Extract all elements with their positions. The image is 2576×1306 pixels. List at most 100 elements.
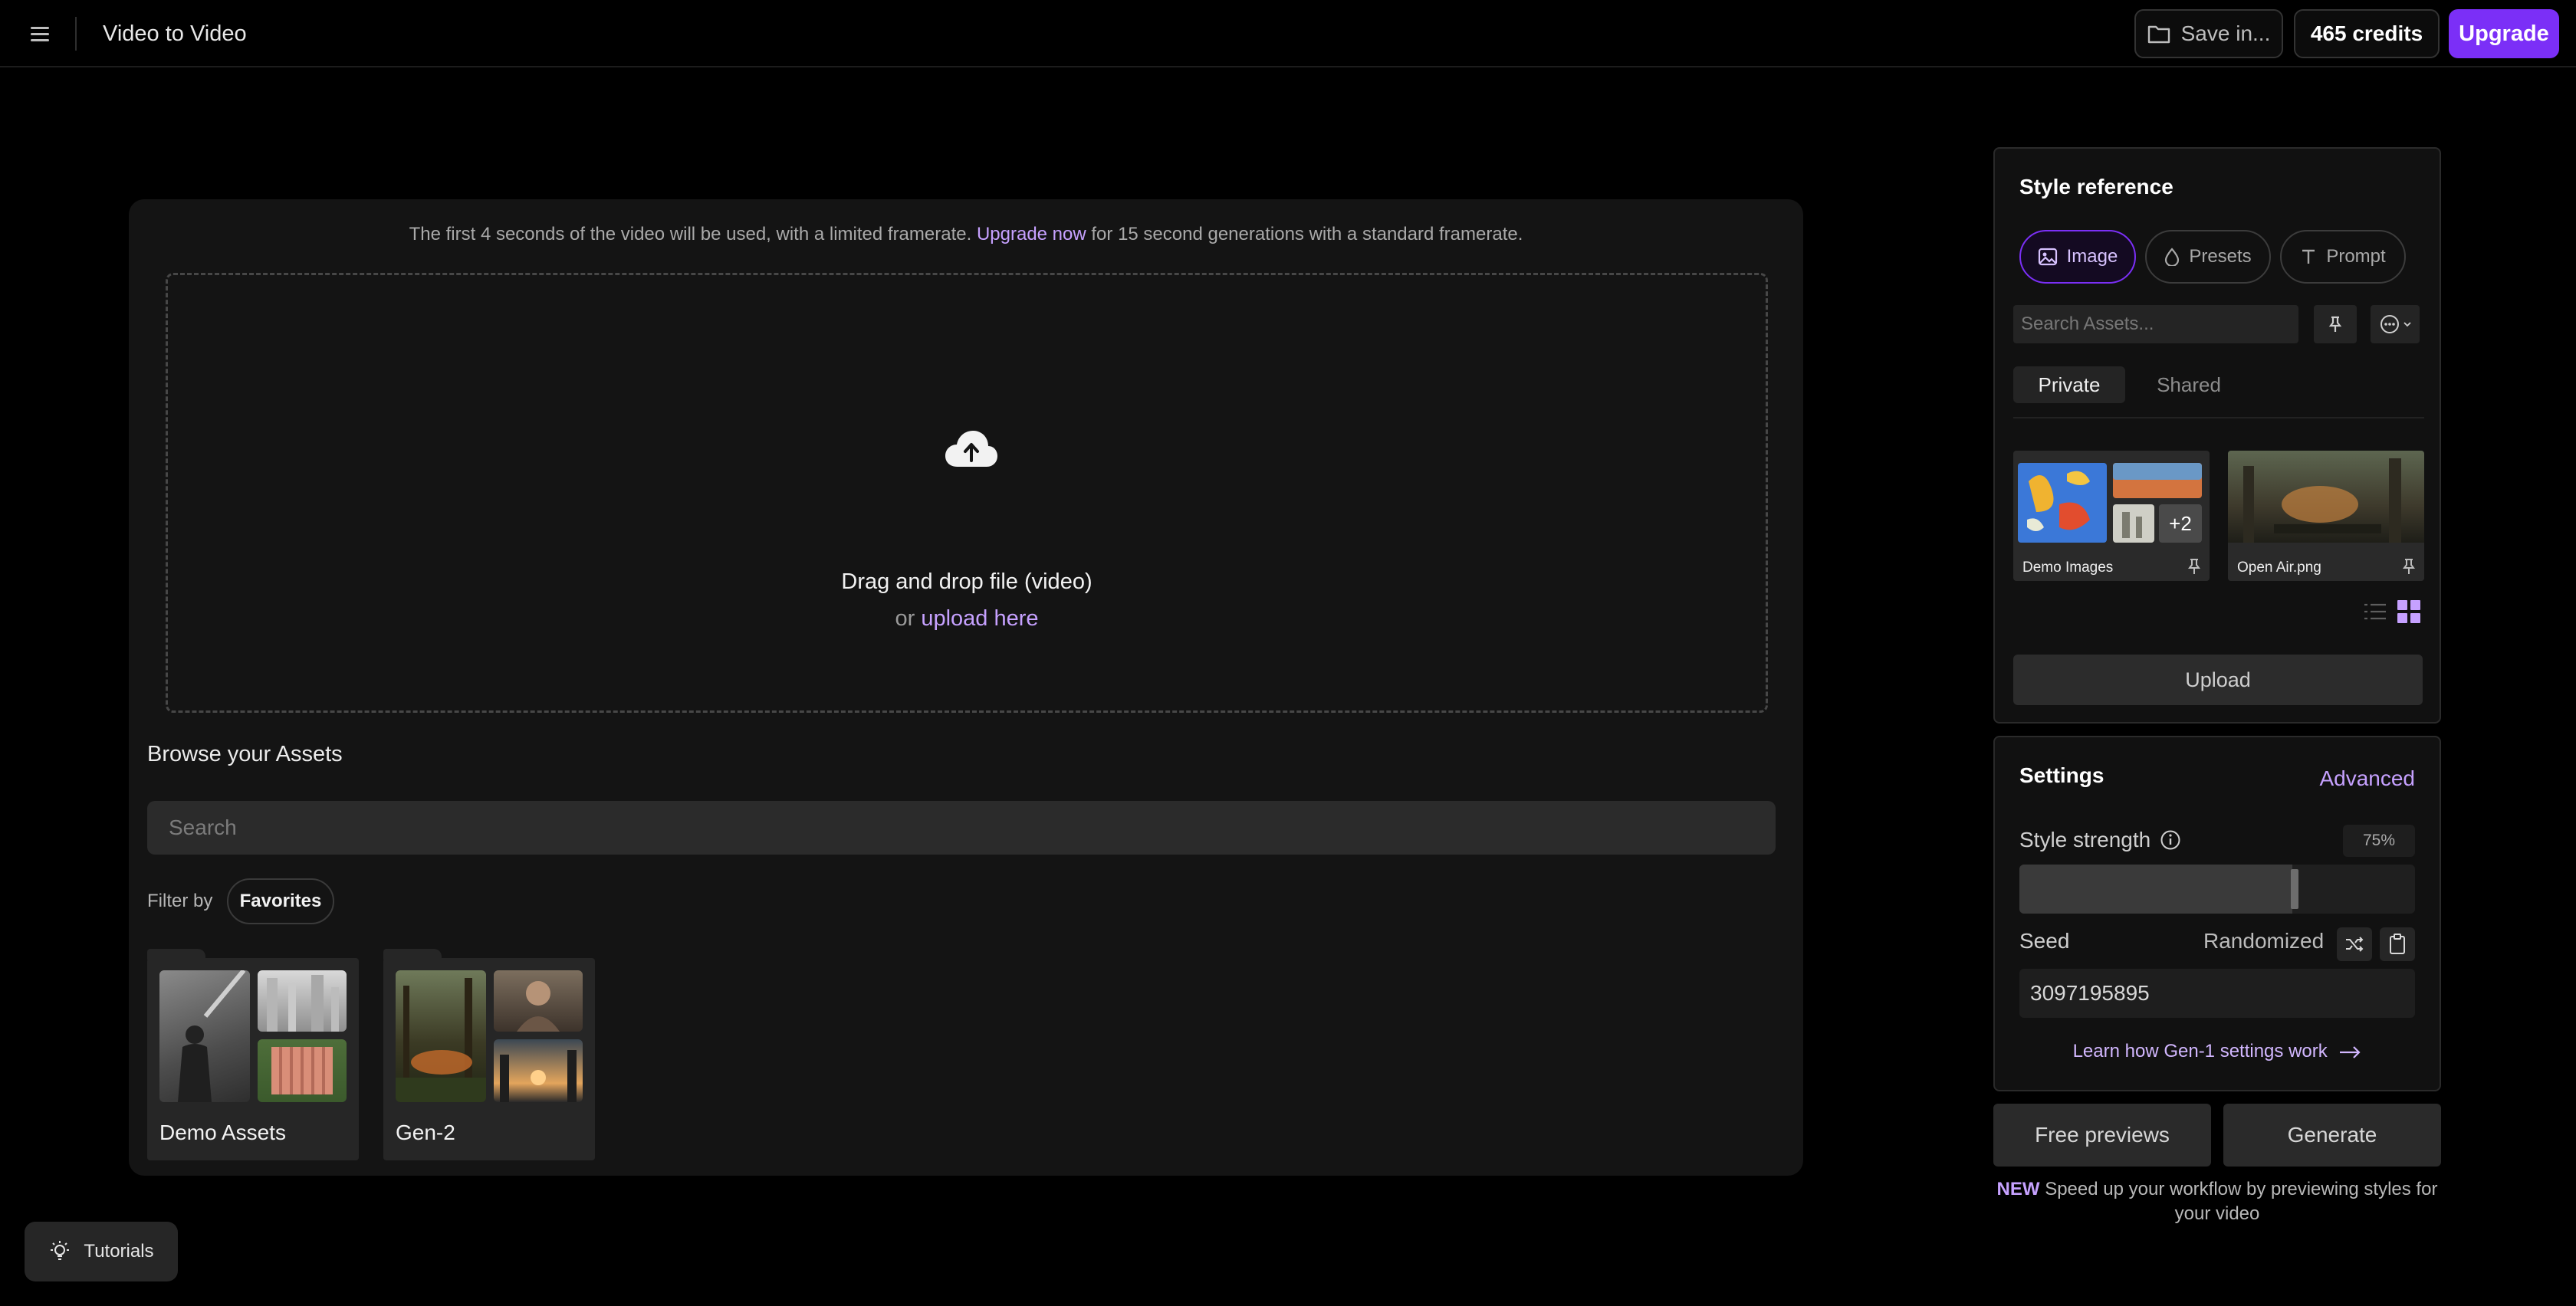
tab-prompt-label: Prompt — [2326, 246, 2386, 267]
tab-prompt[interactable]: Prompt — [2280, 230, 2406, 284]
info-icon[interactable] — [2160, 829, 2181, 851]
tab-image-label: Image — [2066, 246, 2118, 267]
upload-here-link[interactable]: upload here — [921, 606, 1038, 631]
grid-view-icon[interactable] — [2397, 599, 2421, 624]
new-badge: NEW — [1996, 1179, 2040, 1199]
thumbnail — [494, 1039, 583, 1102]
pin-filter-button[interactable] — [2314, 305, 2357, 343]
advanced-link[interactable]: Advanced — [2319, 766, 2415, 791]
framerate-notice: The first 4 seconds of the video will be… — [129, 224, 1803, 245]
blocks-image — [271, 1047, 333, 1094]
lightbulb-icon — [51, 1241, 70, 1260]
credits-button[interactable]: 465 credits — [2294, 9, 2440, 58]
generate-button[interactable]: Generate — [2223, 1104, 2441, 1167]
notice-text-suffix: for 15 second generations with a standar… — [1091, 224, 1523, 244]
style-strength-label: Style strength — [2019, 828, 2181, 852]
notice-text: The first 4 seconds of the video will be… — [409, 224, 972, 244]
slider-thumb[interactable] — [2291, 869, 2298, 909]
thumbnail — [258, 970, 347, 1032]
settings-panel: Settings Advanced Style strength 75% See… — [1993, 736, 2441, 1091]
style-strength-slider[interactable] — [2019, 865, 2415, 914]
forest-image — [396, 978, 486, 1102]
folder-demo-assets[interactable]: Demo Assets — [147, 949, 359, 1160]
page-title: Video to Video — [103, 21, 247, 46]
dropzone-or: or — [895, 606, 915, 631]
style-reference-title: Style reference — [2019, 175, 2174, 199]
slider-fill — [2019, 865, 2292, 914]
more-options-icon — [2380, 315, 2399, 333]
more-count-badge: +2 — [2169, 511, 2192, 535]
dropzone-subtitle: or upload here — [168, 606, 1766, 632]
upgrade-now-link[interactable]: Upgrade now — [977, 224, 1086, 244]
video-dropzone[interactable]: Drag and drop file (video) or upload her… — [166, 273, 1768, 713]
asset-card-label: Open Air.png — [2237, 559, 2321, 576]
upgrade-button[interactable]: Upgrade — [2449, 9, 2559, 58]
tab-shared[interactable]: Shared — [2133, 366, 2245, 403]
tab-presets-label: Presets — [2189, 246, 2252, 267]
upload-button[interactable]: Upload — [2013, 655, 2423, 705]
learn-settings-text: Learn how Gen-1 settings work — [2072, 1041, 2328, 1062]
pin-icon — [2328, 316, 2342, 332]
thumbnail — [159, 970, 250, 1102]
video-input-panel: The first 4 seconds of the video will be… — [129, 199, 1803, 1176]
thumbnail — [258, 1039, 347, 1102]
seed-label: Seed — [2019, 929, 2070, 953]
tab-image[interactable]: Image — [2019, 230, 2136, 284]
filter-label: Filter by — [147, 891, 213, 911]
dropzone-title: Drag and drop file (video) — [841, 569, 1092, 594]
style-strength-text: Style strength — [2019, 828, 2151, 852]
portrait-image — [517, 981, 560, 1032]
style-reference-panel: Style reference Image Presets Prompt Pri… — [1993, 147, 2441, 724]
interior-image — [267, 975, 339, 1032]
search-assets-input[interactable] — [2013, 305, 2298, 343]
folder-icon — [2147, 25, 2170, 44]
copy-seed-button[interactable] — [2380, 927, 2415, 961]
arrow-right-icon — [2340, 1045, 2361, 1058]
more-options-button[interactable] — [2371, 305, 2420, 343]
top-bar: Video to Video Save in... 465 credits Up… — [0, 0, 2576, 67]
folder-thumbnails — [159, 970, 347, 1102]
asset-card-label: Demo Images — [2022, 559, 2114, 576]
tutorials-button[interactable]: Tutorials — [25, 1222, 178, 1281]
menu-icon[interactable] — [28, 21, 52, 46]
asset-card-open-air[interactable]: Open Air.png — [2228, 451, 2424, 581]
asset-search-input[interactable] — [147, 801, 1776, 855]
folder-gen-2[interactable]: Gen-2 — [383, 949, 595, 1160]
free-previews-button[interactable]: Free previews — [1993, 1104, 2211, 1167]
learn-settings-link[interactable]: Learn how Gen-1 settings work — [1995, 1041, 2440, 1062]
chevron-down-icon — [2404, 322, 2411, 327]
divider — [2013, 417, 2424, 418]
thumbnail — [494, 970, 583, 1032]
asset-card-demo-images[interactable]: +2 Demo Images — [2013, 451, 2210, 581]
tab-presets[interactable]: Presets — [2145, 230, 2271, 284]
folder-thumbnails — [396, 970, 583, 1102]
tutorials-label: Tutorials — [84, 1241, 154, 1262]
thumbnail — [396, 970, 486, 1102]
style-strength-value[interactable]: 75% — [2343, 825, 2415, 857]
settings-title: Settings — [2019, 763, 2104, 787]
folder-name: Demo Assets — [159, 1121, 286, 1144]
cloud-upload-icon — [945, 431, 997, 467]
save-in-button[interactable]: Save in... — [2134, 9, 2283, 58]
list-view-icon[interactable] — [2363, 599, 2387, 624]
favorites-filter-chip[interactable]: Favorites — [227, 878, 334, 924]
randomized-label: Randomized — [2203, 929, 2325, 953]
shuffle-icon — [2346, 937, 2364, 952]
text-icon — [2302, 249, 2315, 264]
pin-icon[interactable] — [2188, 558, 2200, 575]
randomize-seed-button[interactable] — [2337, 927, 2372, 961]
pin-icon[interactable] — [2403, 558, 2415, 575]
divider — [75, 17, 77, 51]
sunset-image — [500, 1050, 577, 1102]
seed-input[interactable] — [2019, 969, 2415, 1018]
folder-name: Gen-2 — [396, 1121, 455, 1144]
new-feature-text: Speed up your workflow by previewing sty… — [2045, 1179, 2438, 1224]
save-in-label: Save in... — [2180, 21, 2271, 45]
drop-icon — [2165, 248, 2180, 266]
browse-assets-title: Browse your Assets — [147, 742, 343, 766]
image-icon — [2038, 248, 2057, 266]
clipboard-icon — [2390, 934, 2405, 954]
tab-private[interactable]: Private — [2013, 366, 2125, 403]
new-feature-note: NEW Speed up your workflow by previewing… — [1993, 1177, 2441, 1226]
figure-image — [178, 970, 246, 1102]
